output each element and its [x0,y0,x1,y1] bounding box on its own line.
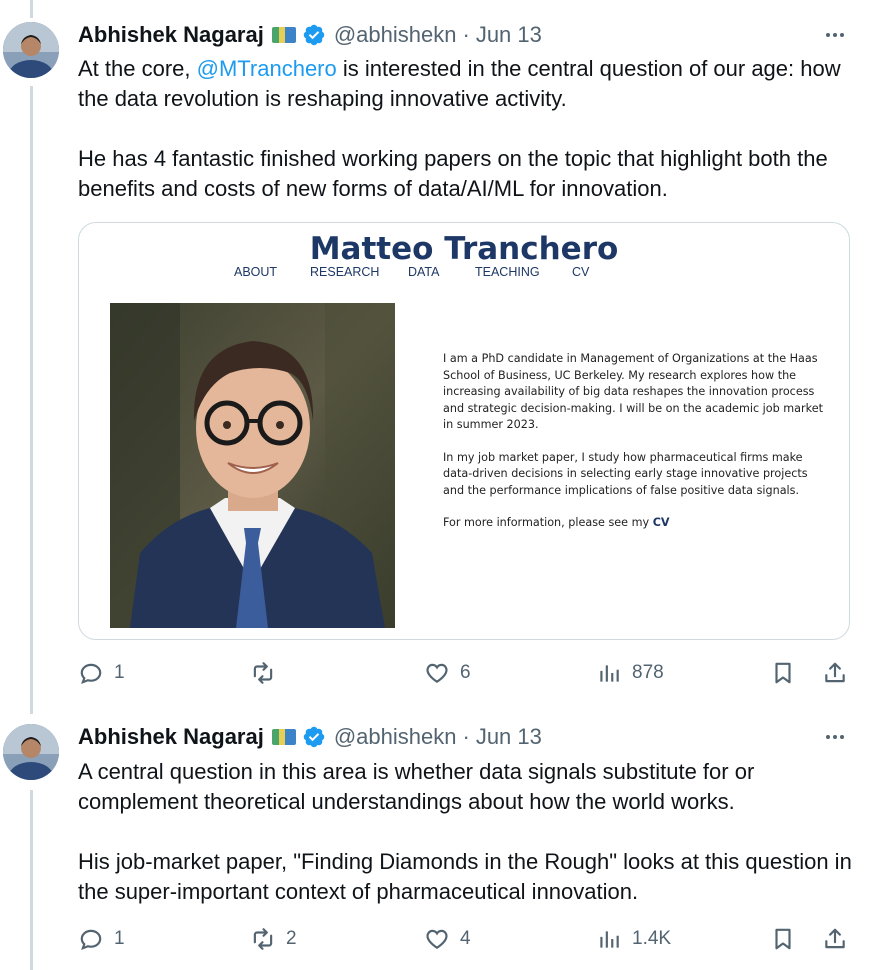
author-name[interactable]: Abhishek Nagaraj [78,724,264,750]
like-count: 4 [460,928,471,949]
more-icon[interactable] [820,20,850,50]
text-paragraph: His job-market paper, "Finding Diamonds … [78,849,852,904]
bookmark-button[interactable] [770,922,796,956]
tweet[interactable]: Abhishek Nagaraj @abhishekn · Jun 13 A c… [0,700,880,970]
author-handle[interactable]: @abhishekn [334,724,457,750]
map-emoji-icon [271,729,296,745]
reply-icon [80,663,102,685]
site-bio: I am a PhD candidate in Management of Or… [443,351,823,548]
tweet-actions: 1 2 4 1.4K [78,922,868,956]
bookmark-icon [775,662,791,684]
views-count: 1.4K [632,928,672,949]
share-icon [825,662,845,683]
views-icon [600,931,619,948]
reply-button[interactable]: 1 [78,656,125,690]
bookmark-button[interactable] [770,656,796,690]
avatar[interactable] [3,22,59,78]
reply-count: 1 [114,928,125,949]
views-button[interactable]: 878 [596,656,664,690]
avatar[interactable] [3,724,59,780]
heart-icon [426,663,448,683]
views-icon [600,665,619,682]
tweet-date[interactable]: Jun 13 [476,724,542,750]
site-nav-item: CV [572,265,590,279]
retweet-button[interactable] [250,656,286,690]
map-emoji-icon [271,27,296,43]
share-button[interactable] [822,656,848,690]
share-button[interactable] [822,922,848,956]
retweet-button[interactable]: 2 [250,922,297,956]
views-count: 878 [632,662,664,683]
mention-link[interactable]: @MTranchero [197,56,337,81]
site-title: Matteo Tranchero [309,231,619,267]
bio-text: For more information, please see my [443,516,653,529]
like-count: 6 [460,662,471,683]
site-nav: ABOUT RESEARCH DATA TEACHING CV [234,265,602,279]
tweet-header: Abhishek Nagaraj @abhishekn · Jun 13 [78,20,542,50]
text-segment: At the core, [78,56,197,81]
verified-badge-icon[interactable] [302,725,326,749]
reply-count: 1 [114,662,125,683]
site-nav-item: RESEARCH [310,265,380,279]
like-button[interactable]: 6 [424,656,471,690]
cv-link: CV [652,516,670,529]
separator: · [462,724,470,749]
site-nav-item: TEACHING [475,265,540,279]
bio-paragraph: I am a PhD candidate in Management of Or… [443,352,823,431]
author-name[interactable]: Abhishek Nagaraj [78,22,264,48]
site-nav-item: DATA [408,265,440,279]
tweet-actions: 1 6 878 [78,656,868,690]
tweet-text: At the core, @MTranchero is interested i… [78,54,858,204]
more-icon[interactable] [820,722,850,752]
separator: · [462,22,470,47]
verified-badge-icon[interactable] [302,23,326,47]
tweet[interactable]: Abhishek Nagaraj @abhishekn · Jun 13 At … [0,0,880,700]
views-button[interactable]: 1.4K [596,922,671,956]
site-nav-item: ABOUT [234,265,278,279]
bookmark-icon [775,928,791,950]
author-handle[interactable]: @abhishekn [334,22,457,48]
like-button[interactable]: 4 [424,922,471,956]
text-paragraph: He has 4 fantastic finished working pape… [78,146,828,201]
link-card[interactable]: Matteo Tranchero ABOUT RESEARCH DATA TEA… [78,222,850,640]
bio-paragraph: In my job market paper, I study how phar… [443,450,808,497]
tweet-header: Abhishek Nagaraj @abhishekn · Jun 13 [78,722,542,752]
heart-icon [426,929,448,949]
reply-icon [80,929,102,951]
retweet-icon [253,662,273,684]
retweet-count: 2 [286,928,297,949]
text-paragraph: A central question in this area is wheth… [78,759,755,814]
share-icon [825,928,845,949]
retweet-icon [253,928,273,950]
profile-photo [110,303,395,628]
tweet-date[interactable]: Jun 13 [476,22,542,48]
reply-button[interactable]: 1 [78,922,125,956]
tweet-text: A central question in this area is wheth… [78,757,858,907]
